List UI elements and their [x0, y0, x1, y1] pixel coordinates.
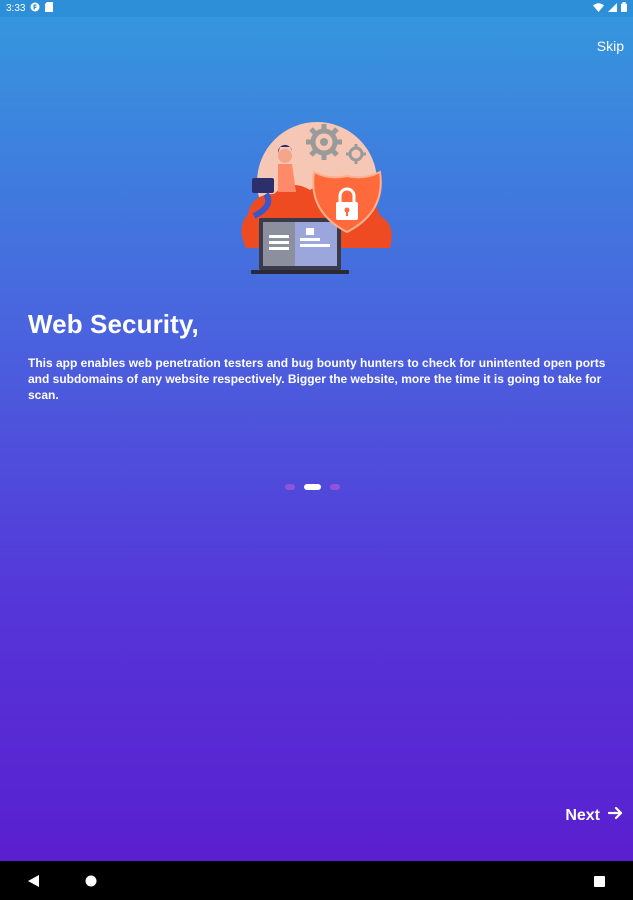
next-button[interactable]: Next	[565, 806, 624, 825]
next-label: Next	[565, 806, 600, 824]
battery-icon	[621, 2, 627, 15]
sd-card-icon	[45, 2, 54, 15]
page-indicator-dot	[330, 484, 340, 490]
recents-icon[interactable]	[594, 874, 605, 892]
navigation-bar	[0, 861, 633, 900]
home-icon[interactable]	[85, 874, 97, 892]
app-notification-icon	[30, 2, 40, 15]
page-title: Web Security,	[28, 309, 199, 339]
arrow-right-icon	[607, 806, 624, 825]
skip-button[interactable]: Skip	[597, 38, 624, 54]
page-description: This app enables web penetration testers…	[28, 356, 606, 402]
back-icon[interactable]	[28, 874, 39, 892]
signal-icon	[608, 2, 617, 15]
wifi-icon	[593, 2, 604, 15]
status-bar: 3:33	[0, 0, 633, 17]
page-indicator-dot	[285, 484, 295, 490]
onboarding-screen: Skip Web Security, This app enables web …	[0, 17, 633, 861]
security-illustration	[234, 120, 400, 280]
page-indicator	[285, 484, 340, 490]
status-time: 3:33	[6, 3, 26, 14]
page-indicator-dot-active	[304, 484, 321, 490]
